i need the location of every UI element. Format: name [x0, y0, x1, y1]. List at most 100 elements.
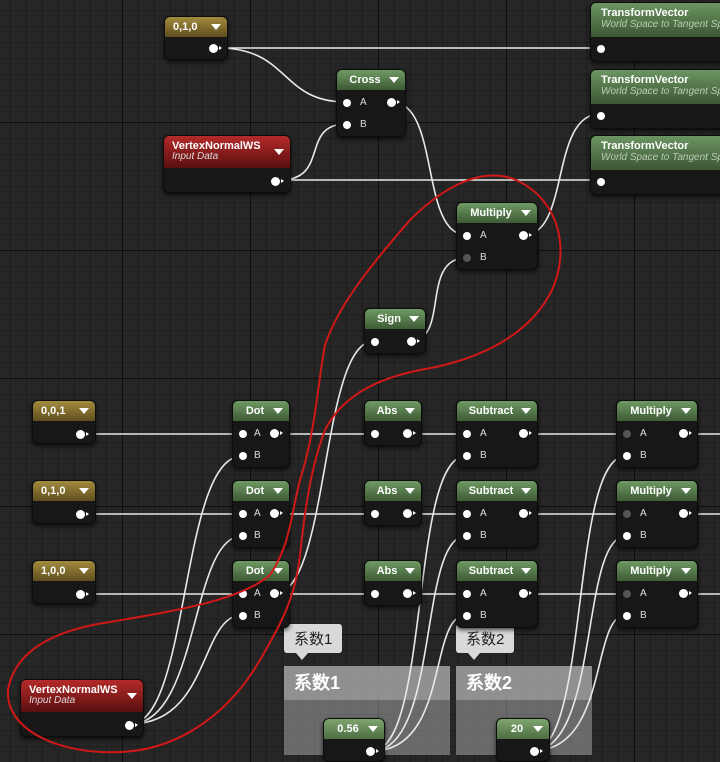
multiply-node-3[interactable]: Multiply A B [616, 560, 698, 628]
output-pin[interactable] [76, 430, 89, 439]
input-pin-b[interactable] [463, 612, 471, 620]
output-pin[interactable] [407, 337, 420, 346]
input-pin-a[interactable] [239, 590, 247, 598]
input-pin-a[interactable] [463, 510, 471, 518]
dropdown-arrow-icon[interactable] [211, 24, 221, 30]
output-pin[interactable] [519, 509, 532, 518]
constant-node-001[interactable]: 0,0,1 [32, 400, 96, 444]
dot-node-1[interactable]: Dot A B [232, 400, 290, 468]
vertex-normal-node-top[interactable]: VertexNormalWS Input Data [163, 135, 291, 193]
constant-node-100[interactable]: 1,0,0 [32, 560, 96, 604]
cross-node[interactable]: Cross A B [336, 69, 406, 137]
dropdown-arrow-icon[interactable] [681, 488, 691, 494]
output-pin[interactable] [403, 429, 416, 438]
input-pin-a[interactable] [623, 590, 631, 598]
subtract-node-3[interactable]: Subtract A B [456, 560, 538, 628]
output-pin[interactable] [679, 589, 692, 598]
dropdown-arrow-icon[interactable] [79, 488, 89, 494]
comment-box-1-title[interactable]: 系数1 [284, 666, 450, 700]
input-pin-a[interactable] [463, 430, 471, 438]
dropdown-arrow-icon[interactable] [409, 316, 419, 322]
input-pin-b[interactable] [239, 452, 247, 460]
dropdown-arrow-icon[interactable] [521, 568, 531, 574]
dropdown-arrow-icon[interactable] [405, 488, 415, 494]
dropdown-arrow-icon[interactable] [405, 568, 415, 574]
input-pin-b[interactable] [623, 532, 631, 540]
transform-vector-node-3[interactable]: TransformVector World Space to Tangent Sp [590, 135, 720, 195]
comment-box-2-title[interactable]: 系数2 [456, 666, 592, 700]
input-pin[interactable] [597, 45, 605, 53]
output-pin[interactable] [270, 589, 283, 598]
dropdown-arrow-icon[interactable] [274, 149, 284, 155]
output-pin[interactable] [679, 509, 692, 518]
input-pin[interactable] [597, 112, 605, 120]
input-pin-a[interactable] [623, 430, 631, 438]
dropdown-arrow-icon[interactable] [681, 408, 691, 414]
input-pin-a[interactable] [463, 232, 471, 240]
subtract-node-1[interactable]: Subtract A B [456, 400, 538, 468]
output-pin[interactable] [271, 177, 284, 186]
dropdown-arrow-icon[interactable] [533, 726, 543, 732]
dropdown-arrow-icon[interactable] [79, 408, 89, 414]
transform-vector-node-1[interactable]: TransformVector World Space to Tangent Sp [590, 2, 720, 62]
dropdown-arrow-icon[interactable] [368, 726, 378, 732]
abs-node-3[interactable]: Abs [364, 560, 422, 606]
dropdown-arrow-icon[interactable] [681, 568, 691, 574]
dropdown-arrow-icon[interactable] [521, 210, 531, 216]
dropdown-arrow-icon[interactable] [521, 488, 531, 494]
input-pin-a[interactable] [239, 430, 247, 438]
dot-node-3[interactable]: Dot A B [232, 560, 290, 628]
output-pin[interactable] [679, 429, 692, 438]
input-pin[interactable] [371, 590, 379, 598]
dropdown-arrow-icon[interactable] [273, 408, 283, 414]
input-pin-b[interactable] [463, 254, 471, 262]
input-pin[interactable] [371, 510, 379, 518]
output-pin[interactable] [270, 509, 283, 518]
output-pin[interactable] [403, 589, 416, 598]
dropdown-arrow-icon[interactable] [273, 568, 283, 574]
input-pin-b[interactable] [239, 532, 247, 540]
dropdown-arrow-icon[interactable] [405, 408, 415, 414]
abs-node-2[interactable]: Abs [364, 480, 422, 526]
output-pin[interactable] [76, 590, 89, 599]
output-pin[interactable] [76, 510, 89, 519]
input-pin-b[interactable] [623, 612, 631, 620]
output-pin[interactable] [270, 429, 283, 438]
multiply-node-2[interactable]: Multiply A B [616, 480, 698, 548]
input-pin-b[interactable] [463, 452, 471, 460]
output-pin[interactable] [125, 721, 138, 730]
scalar-node-1[interactable]: 0.56 [323, 718, 385, 762]
output-pin[interactable] [209, 44, 222, 53]
input-pin[interactable] [371, 338, 379, 346]
scalar-node-2[interactable]: 20 [496, 718, 550, 762]
input-pin-a[interactable] [343, 99, 351, 107]
constant-node-010[interactable]: 0,1,0 [32, 480, 96, 524]
multiply-node-top[interactable]: Multiply A B [456, 202, 538, 270]
input-pin-b[interactable] [623, 452, 631, 460]
output-pin[interactable] [519, 231, 532, 240]
input-pin-a[interactable] [463, 590, 471, 598]
dropdown-arrow-icon[interactable] [127, 693, 137, 699]
input-pin-a[interactable] [239, 510, 247, 518]
abs-node-1[interactable]: Abs [364, 400, 422, 446]
constant-node-top[interactable]: 0,1,0 [164, 16, 228, 60]
dropdown-arrow-icon[interactable] [389, 77, 399, 83]
dropdown-arrow-icon[interactable] [79, 568, 89, 574]
dropdown-arrow-icon[interactable] [521, 408, 531, 414]
output-pin[interactable] [519, 589, 532, 598]
input-pin-b[interactable] [343, 121, 351, 129]
output-pin[interactable] [403, 509, 416, 518]
dropdown-arrow-icon[interactable] [273, 488, 283, 494]
vertex-normal-node-bottom[interactable]: VertexNormalWS Input Data [20, 679, 144, 737]
sign-node[interactable]: Sign [364, 308, 426, 354]
input-pin[interactable] [371, 430, 379, 438]
input-pin-b[interactable] [239, 612, 247, 620]
dot-node-2[interactable]: Dot A B [232, 480, 290, 548]
input-pin-b[interactable] [463, 532, 471, 540]
transform-vector-node-2[interactable]: TransformVector World Space to Tangent Sp [590, 69, 720, 129]
output-pin[interactable] [387, 98, 400, 107]
input-pin-a[interactable] [623, 510, 631, 518]
subtract-node-2[interactable]: Subtract A B [456, 480, 538, 548]
input-pin[interactable] [597, 178, 605, 186]
output-pin[interactable] [519, 429, 532, 438]
